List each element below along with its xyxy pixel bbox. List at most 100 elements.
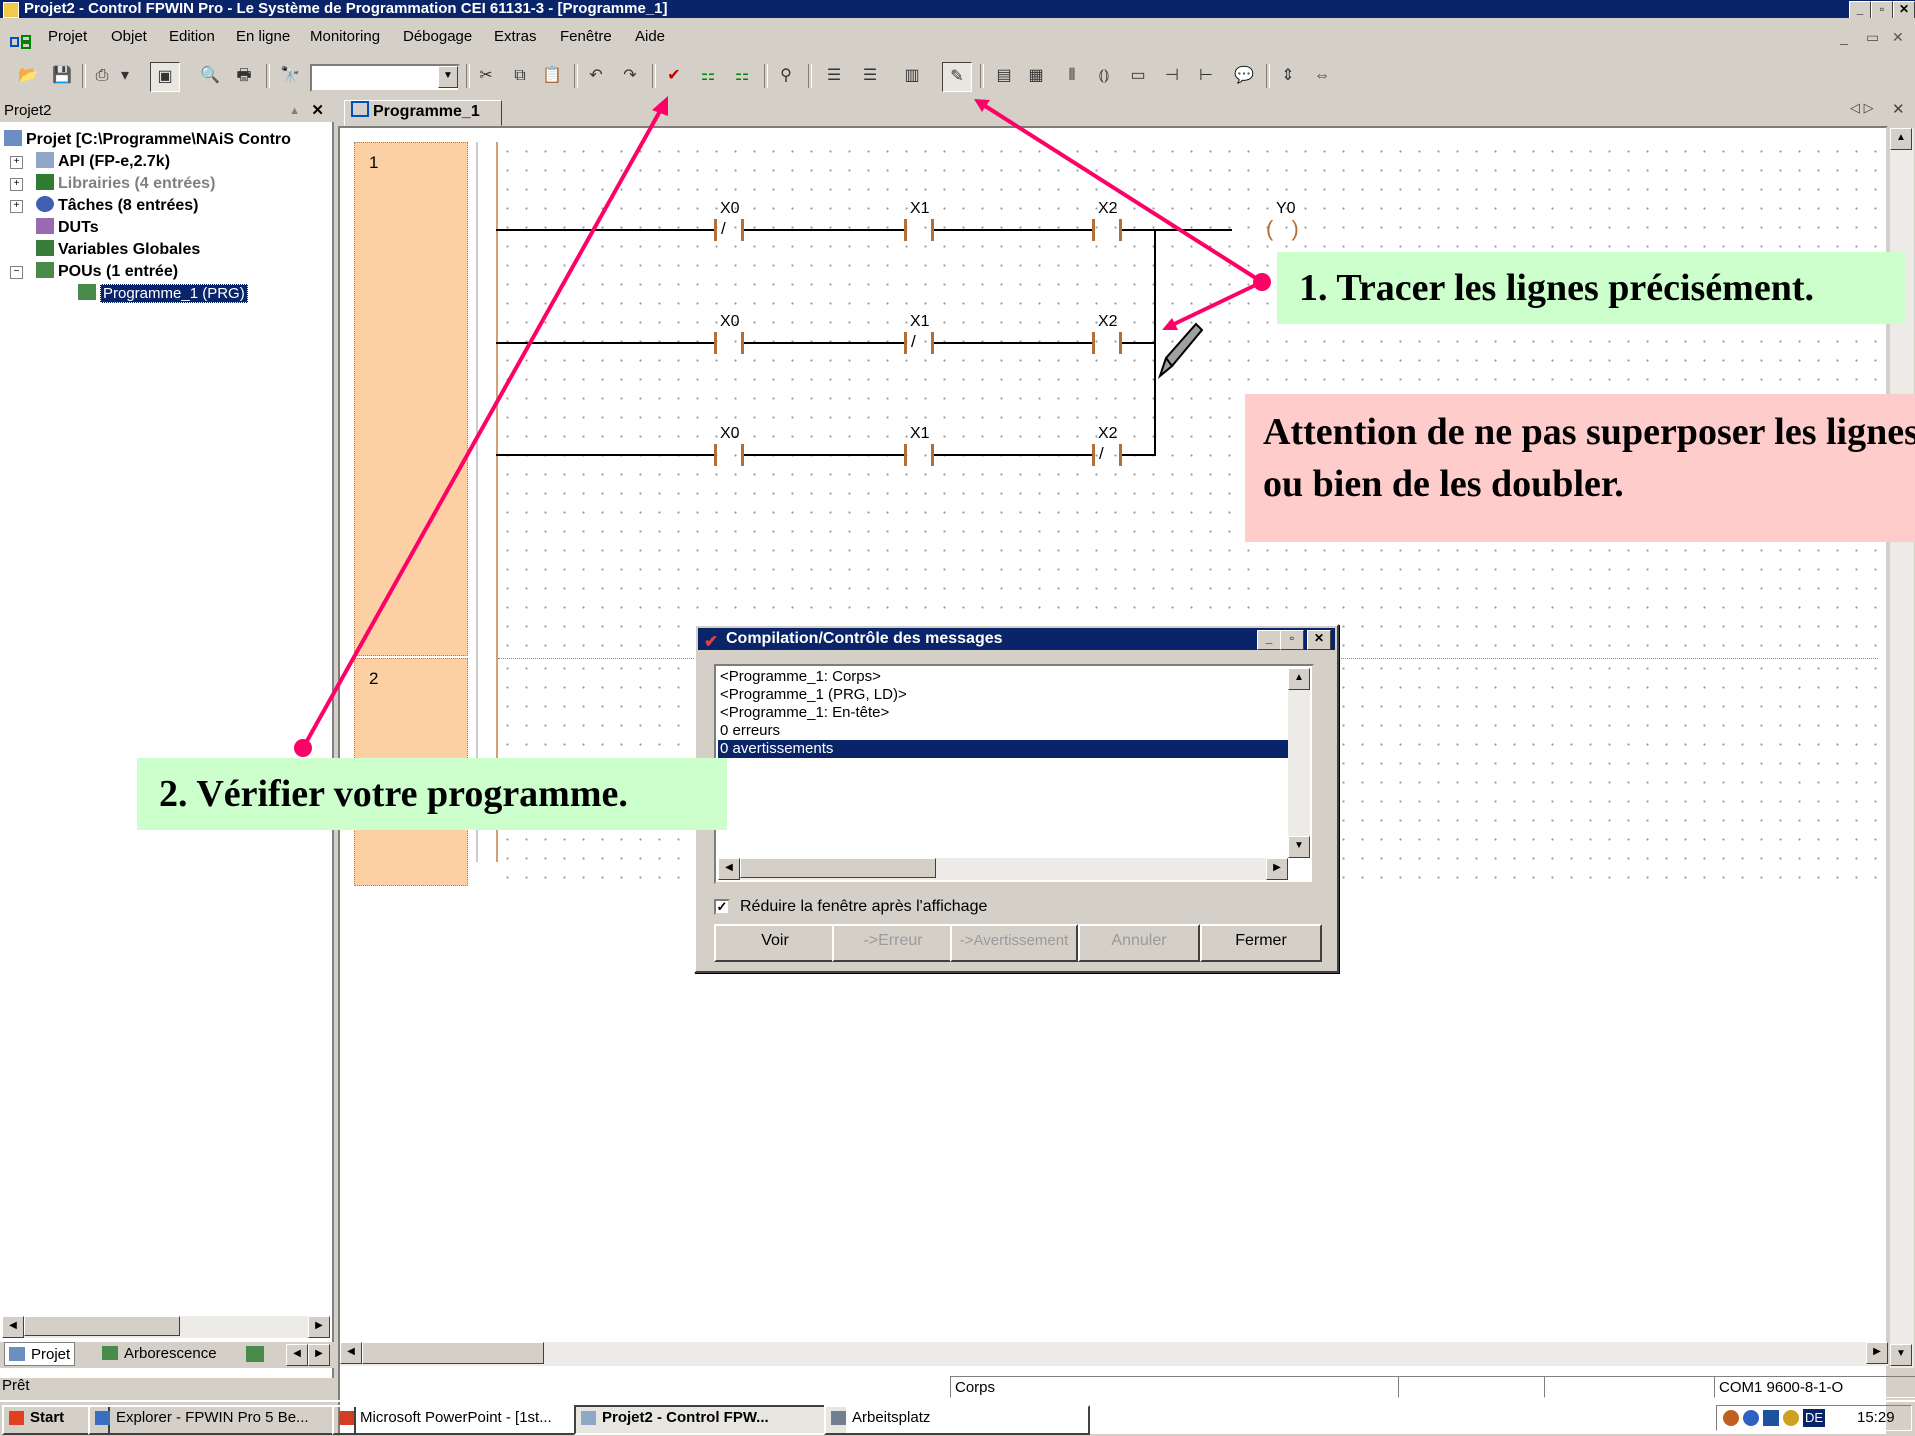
open-icon[interactable]: 📂 [14, 62, 42, 90]
dialog-close-button[interactable]: ✕ [1307, 630, 1331, 650]
message-hscroll-thumb[interactable] [740, 858, 936, 878]
maximize-button[interactable]: ▫ [1871, 1, 1893, 18]
menu-extras[interactable]: Extras [494, 22, 537, 52]
message-item[interactable]: <Programme_1 (PRG, LD)> [720, 686, 907, 704]
horizontal-line-icon[interactable]: ⇔ [1308, 62, 1336, 90]
tree-hscroll[interactable]: ◀ ▶ [2, 1316, 330, 1338]
tree-item-programme-1[interactable]: Programme_1 (PRG) [78, 284, 248, 304]
menu-monitoring[interactable]: Monitoring [310, 22, 380, 52]
taskbar-item-arbeitsplatz[interactable]: Arbeitsplatz [824, 1405, 1090, 1435]
taskbar-item-explorer[interactable]: Explorer - FPWIN Pro 5 Be... [88, 1405, 356, 1435]
tree-item-api[interactable]: API (FP-e,2.7k) [36, 152, 170, 172]
pencil-draw-icon[interactable]: ✎ [942, 62, 972, 92]
tray-icon[interactable] [1783, 1410, 1799, 1426]
taskbar-item-fpwin[interactable]: Projet2 - Control FPW... [574, 1405, 848, 1435]
redo-icon[interactable]: ↷ [616, 62, 644, 90]
minimize-button[interactable]: _ [1849, 1, 1871, 18]
message-item[interactable]: 0 erreurs [720, 722, 780, 740]
tab-nav-icon[interactable]: ◁ ▷ [1850, 100, 1874, 116]
undo-icon[interactable]: ↶ [582, 62, 610, 90]
compile-icon[interactable]: ⚏ [694, 62, 722, 90]
minimize-checkbox[interactable]: ✓ [714, 899, 730, 915]
tree-item-librairies[interactable]: Librairies (4 entrées) [36, 174, 215, 194]
coil-icon[interactable]: ⦅⦆ [1090, 62, 1118, 90]
build-all-icon[interactable]: ⚏ [728, 62, 756, 90]
contact[interactable]: / [904, 332, 934, 354]
dialog-titlebar[interactable]: ✔ Compilation/Contrôle des messages _ ▫ … [698, 628, 1335, 651]
contact[interactable] [1092, 332, 1122, 354]
annuler-button[interactable]: Annuler [1078, 924, 1200, 962]
collapse-icon[interactable]: − [10, 266, 23, 279]
contact[interactable] [1092, 219, 1122, 241]
scroll-up-icon[interactable]: ▲ [1890, 128, 1912, 150]
contact[interactable] [714, 444, 744, 466]
message-item-selected[interactable]: 0 avertissements [718, 740, 1288, 758]
tray-icon[interactable] [1763, 1410, 1779, 1426]
window-layout-icon[interactable]: ▣ [150, 62, 180, 92]
tab-programme-1[interactable]: Programme_1 [344, 100, 502, 126]
mdi-restore-icon[interactable]: ▭ [1866, 22, 1879, 52]
erreur-button[interactable]: ->Erreur [832, 924, 954, 962]
dialog-minimize-button[interactable]: _ [1257, 630, 1281, 650]
menu-edition[interactable]: Edition [169, 22, 215, 52]
tab-scroll-right-icon[interactable]: ▶ [308, 1344, 330, 1366]
tree-hscroll-thumb[interactable] [24, 1316, 180, 1336]
tab-arborescence[interactable]: Arborescence [98, 1342, 221, 1366]
scroll-down-icon[interactable]: ▼ [1890, 1344, 1912, 1366]
comment-icon[interactable]: ▥ [898, 62, 926, 90]
contact[interactable]: / [1092, 444, 1122, 466]
menu-projet[interactable]: Projet [48, 22, 87, 52]
message-hscroll[interactable]: ◀ ▶ [718, 858, 1288, 880]
message-item[interactable]: <Programme_1: Corps> [720, 668, 881, 686]
input-icon[interactable]: ⊣ [1158, 62, 1186, 90]
save-icon[interactable]: 💾 [48, 62, 76, 90]
tree-item-duts[interactable]: DUTs [36, 218, 99, 238]
tree-item-variables-globales[interactable]: Variables Globales [36, 240, 200, 260]
expand-icon[interactable]: + [10, 178, 23, 191]
cut-icon[interactable]: ✂ [472, 62, 500, 90]
scroll-right-icon[interactable]: ▶ [308, 1316, 330, 1338]
online-icon[interactable]: ⚲ [772, 62, 800, 90]
scroll-left-icon[interactable]: ◀ [340, 1342, 362, 1364]
insert-network-icon[interactable]: ☰ [820, 62, 848, 90]
tab-extra-icon[interactable] [246, 1346, 264, 1362]
variable-icon[interactable]: ▭ [1124, 62, 1152, 90]
fermer-button[interactable]: Fermer [1200, 924, 1322, 962]
menu-debogage[interactable]: Débogage [403, 22, 472, 52]
output-icon[interactable]: ⊢ [1192, 62, 1220, 90]
taskbar-item-powerpoint[interactable]: Microsoft PowerPoint - [1st... [332, 1405, 598, 1435]
scroll-up-icon[interactable]: ▲ [1288, 668, 1310, 690]
scroll-right-icon[interactable]: ▶ [1866, 1342, 1888, 1364]
tree-item-pous[interactable]: POUs (1 entrée) [36, 262, 178, 282]
tab-scroll-left-icon[interactable]: ◀ [286, 1344, 308, 1366]
print-preview-icon[interactable]: ⎙ [88, 62, 116, 90]
editor-hscroll-thumb[interactable] [362, 1342, 544, 1364]
message-vscroll[interactable]: ▲ ▼ [1288, 668, 1310, 858]
check-program-icon[interactable]: ✔ [660, 62, 688, 90]
monitor-icon[interactable]: ▤ [990, 62, 1018, 90]
comment-bubble-icon[interactable]: 💬 [1230, 62, 1258, 90]
mdi-minimize-icon[interactable]: _ [1840, 22, 1848, 52]
avertissement-button[interactable]: ->Avertissement [950, 924, 1078, 962]
expand-icon[interactable]: + [10, 200, 23, 213]
print-icon[interactable]: 🖶 [230, 62, 258, 90]
window-titlebar[interactable]: Projet2 - Control FPWIN Pro - Le Système… [0, 0, 1915, 18]
insert-network-after-icon[interactable]: ☰ [856, 62, 884, 90]
tree-item-projet[interactable]: Projet [C:\Programme\NAiS Contro [4, 130, 291, 150]
language-indicator[interactable]: DE [1803, 1409, 1826, 1427]
combo-dropdown-icon[interactable]: ▼ [438, 66, 458, 88]
search-combo[interactable]: ▼ [310, 64, 460, 92]
chevron-down-icon[interactable]: ▾ [118, 62, 132, 90]
find-icon[interactable]: 🔭 [276, 62, 304, 90]
box-icon[interactable]: ▦ [1022, 62, 1050, 90]
message-list[interactable]: <Programme_1: Corps> <Programme_1 (PRG, … [714, 664, 1314, 884]
scroll-left-icon[interactable]: ◀ [718, 858, 740, 880]
contact[interactable]: / [714, 219, 744, 241]
copy-icon[interactable]: ⧉ [506, 62, 534, 90]
scroll-left-icon[interactable]: ◀ [2, 1316, 24, 1338]
dialog-maximize-button[interactable]: ▫ [1280, 630, 1304, 650]
menu-en-ligne[interactable]: En ligne [236, 22, 290, 52]
network-1-margin[interactable]: 1 [354, 142, 468, 656]
menu-aide[interactable]: Aide [635, 22, 665, 52]
coil[interactable]: ( ) [1266, 218, 1306, 242]
